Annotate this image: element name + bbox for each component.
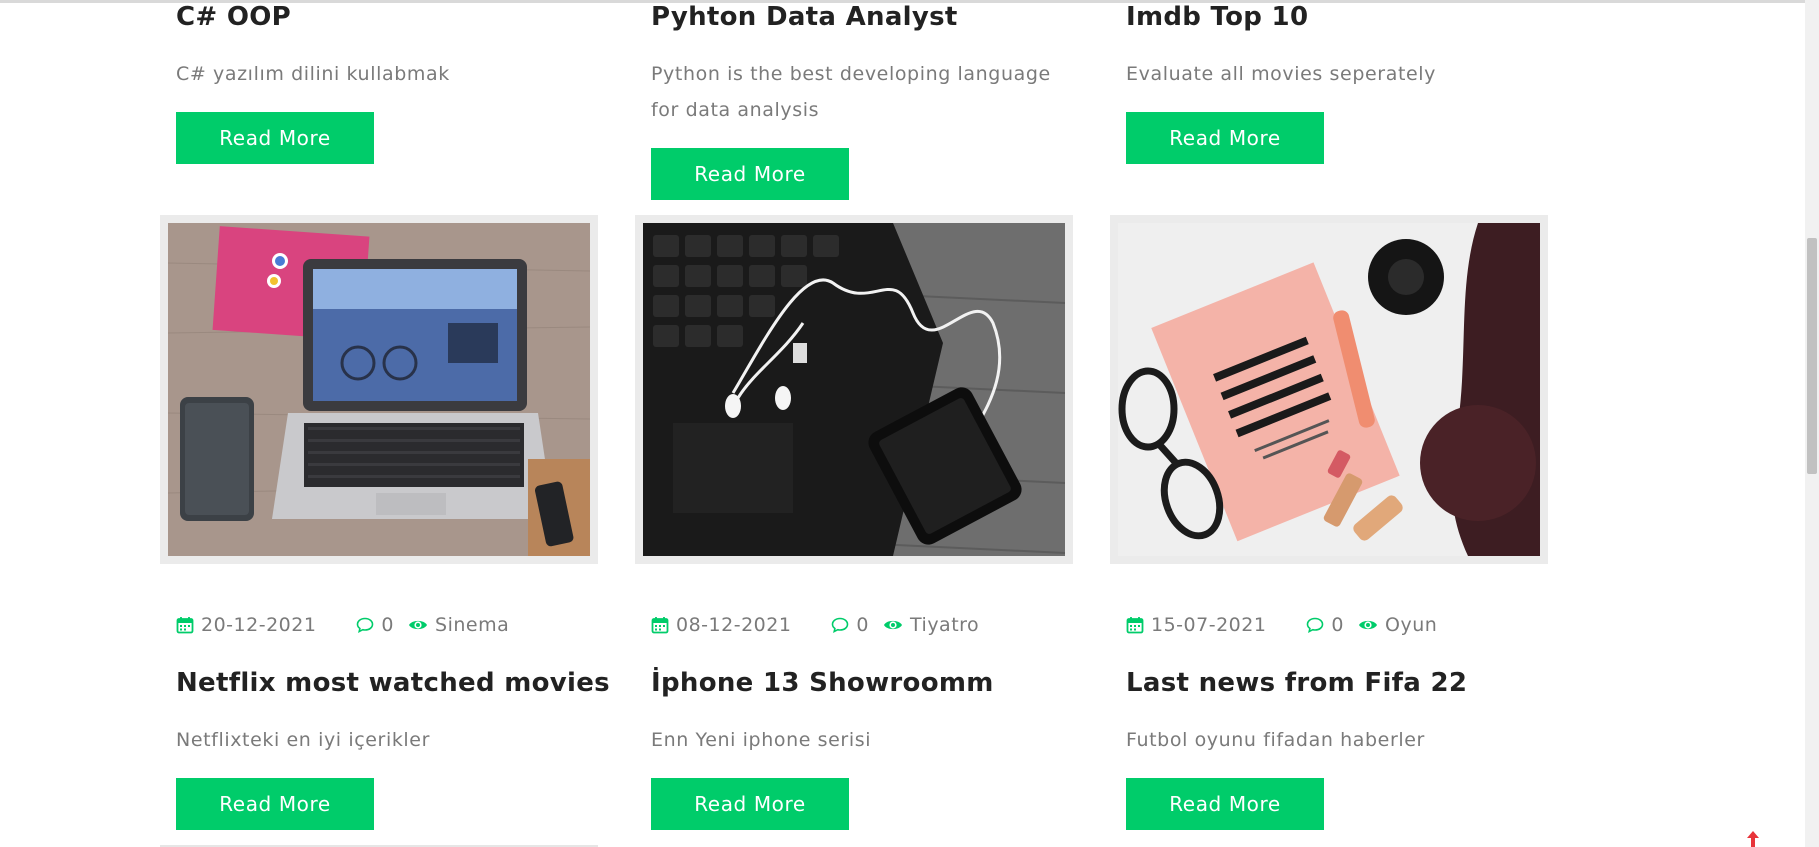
read-more-button[interactable]: Read More	[176, 112, 374, 164]
calendar-icon	[176, 617, 194, 634]
post-title[interactable]: Pyhton Data Analyst	[651, 2, 958, 32]
read-more-button[interactable]: Read More	[651, 148, 849, 200]
post-image-frame[interactable]	[635, 215, 1073, 564]
read-more-button[interactable]: Read More	[176, 778, 374, 830]
post-category[interactable]: Tiyatro	[910, 614, 979, 636]
scrollbar[interactable]	[1805, 0, 1819, 847]
read-more-button[interactable]: Read More	[1126, 112, 1324, 164]
laptop-desk-photo	[168, 223, 590, 556]
eye-icon	[1359, 620, 1378, 630]
comment-count: 0	[856, 614, 870, 636]
read-more-button[interactable]: Read More	[651, 778, 849, 830]
comment-icon	[832, 617, 849, 633]
post-date: 08-12-2021	[676, 614, 792, 636]
arrow-up-icon[interactable]	[1744, 829, 1762, 847]
keyboard-earphones-phone-photo	[643, 223, 1065, 556]
calendar-icon	[1126, 617, 1144, 634]
comment-icon	[1307, 617, 1324, 633]
comment-count: 0	[1331, 614, 1345, 636]
post-date: 20-12-2021	[201, 614, 317, 636]
post-meta: 20-12-2021 0 Sinema	[176, 612, 509, 638]
post-image-frame[interactable]	[1110, 215, 1548, 564]
post-category[interactable]: Sinema	[435, 614, 509, 636]
eye-icon	[409, 620, 428, 630]
post-category[interactable]: Oyun	[1385, 614, 1437, 636]
blog-column-1: C# OOP C# yazılım dilini kullabmak Read …	[160, 0, 610, 847]
post-title[interactable]: C# OOP	[176, 2, 291, 32]
calendar-icon	[651, 617, 669, 634]
post-description: C# yazılım dilini kullabmak	[176, 63, 450, 85]
comment-icon	[357, 617, 374, 633]
post-title[interactable]: Imdb Top 10	[1126, 2, 1308, 32]
post-meta: 08-12-2021 0 Tiyatro	[651, 612, 979, 638]
post-description: Netflixteki en iyi içerikler	[176, 729, 431, 751]
post-date: 15-07-2021	[1151, 614, 1267, 636]
post-title[interactable]: Last news from Fifa 22	[1126, 668, 1467, 698]
blog-column-3: Imdb Top 10 Evaluate all movies seperate…	[1110, 0, 1550, 847]
comment-count: 0	[381, 614, 395, 636]
post-meta: 15-07-2021 0 Oyun	[1126, 612, 1437, 638]
post-image-frame[interactable]	[160, 215, 598, 564]
post-title[interactable]: Netflix most watched movies	[176, 668, 610, 698]
blog-column-2: Pyhton Data Analyst Python is the best d…	[635, 0, 1075, 847]
post-title[interactable]: İphone 13 Showroomm	[651, 668, 994, 698]
post-description: Futbol oyunu fifadan haberler	[1126, 729, 1425, 751]
post-description: Evaluate all movies seperately	[1126, 63, 1437, 85]
little-black-book-photo	[1118, 223, 1540, 556]
post-description: Python is the best developing language f…	[651, 63, 1051, 121]
post-description: Enn Yeni iphone serisi	[651, 729, 872, 751]
eye-icon	[884, 620, 903, 630]
scrollbar-thumb[interactable]	[1807, 238, 1817, 474]
read-more-button[interactable]: Read More	[1126, 778, 1324, 830]
